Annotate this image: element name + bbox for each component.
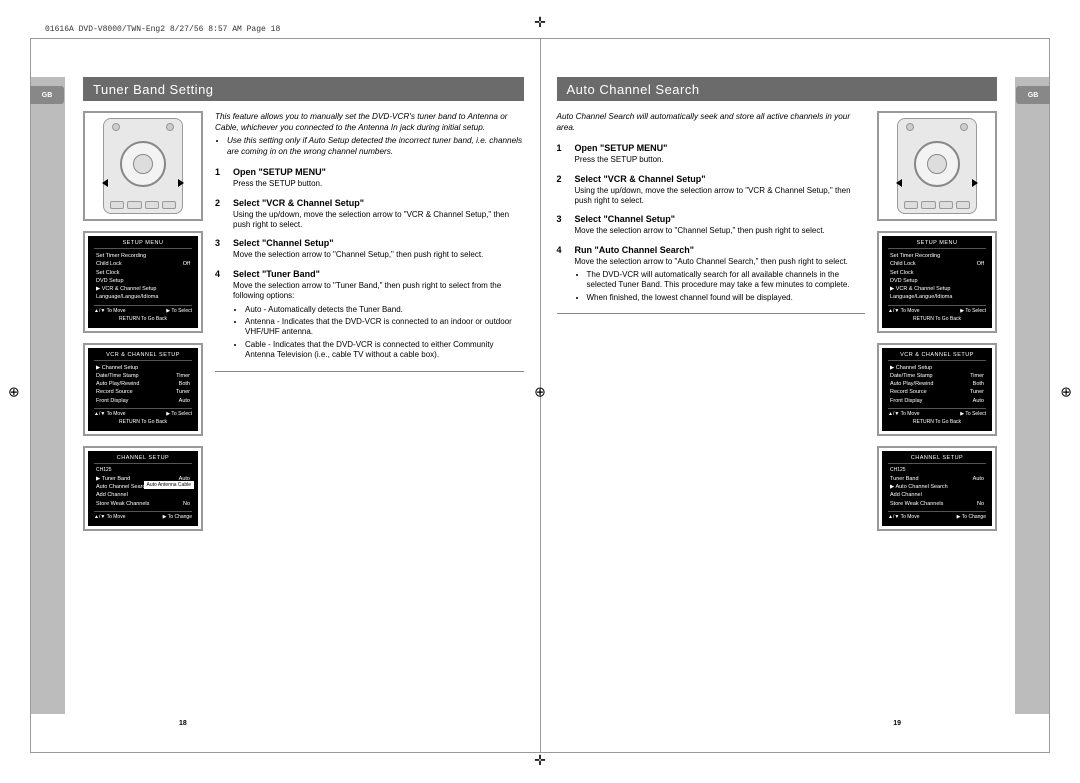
osd-channel-setup: CHANNEL SETUP CH125 ▶ Tuner BandAuto Aut… <box>83 446 203 531</box>
intro-text: Auto Channel Search will automatically s… <box>557 111 866 133</box>
osd-channel-setup: CHANNEL SETUP CH125 Tuner BandAuto ▶ Aut… <box>877 446 997 531</box>
divider <box>215 371 524 372</box>
intro-text: This feature allows you to manually set … <box>215 111 524 157</box>
crop-mark-icon: ⊕ <box>534 383 546 400</box>
page-number: 19 <box>893 720 901 727</box>
page-title: Tuner Band Setting <box>83 77 524 101</box>
page-left: GB 18 Tuner Band Setting SETUP MENU <box>30 38 541 753</box>
divider <box>557 313 866 314</box>
crop-mark-icon: ✛ <box>534 752 546 769</box>
page-right: GB 19 Auto Channel Search SETUP MEN <box>541 38 1051 753</box>
margin-band <box>1015 77 1049 714</box>
osd-setup-menu: SETUP MENU Set Timer Recording Child Loc… <box>877 231 997 333</box>
steps-list: 1Open "SETUP MENU"Press the SETUP button… <box>557 143 866 305</box>
language-tab: GB <box>30 86 64 104</box>
crop-mark-icon: ✛ <box>534 14 546 31</box>
osd-vcr-channel-setup: VCR & CHANNEL SETUP ▶ Channel Setup Date… <box>877 343 997 436</box>
page-number: 18 <box>179 720 187 727</box>
language-tab: GB <box>1016 86 1050 104</box>
osd-vcr-channel-setup: VCR & CHANNEL SETUP ▶ Channel Setup Date… <box>83 343 203 436</box>
osd-setup-menu: SETUP MENU Set Timer Recording Child Loc… <box>83 231 203 333</box>
steps-list: 1Open "SETUP MENU"Press the SETUP button… <box>215 167 524 362</box>
margin-band <box>31 77 65 714</box>
print-header: 01616A DVD-V8000/TWN-Eng2 8/27/56 8:57 A… <box>45 25 280 34</box>
crop-mark-icon: ⊕ <box>1060 383 1072 400</box>
remote-illustration <box>83 111 203 221</box>
crop-mark-icon: ⊕ <box>8 383 20 400</box>
page-title: Auto Channel Search <box>557 77 998 101</box>
remote-illustration <box>877 111 997 221</box>
